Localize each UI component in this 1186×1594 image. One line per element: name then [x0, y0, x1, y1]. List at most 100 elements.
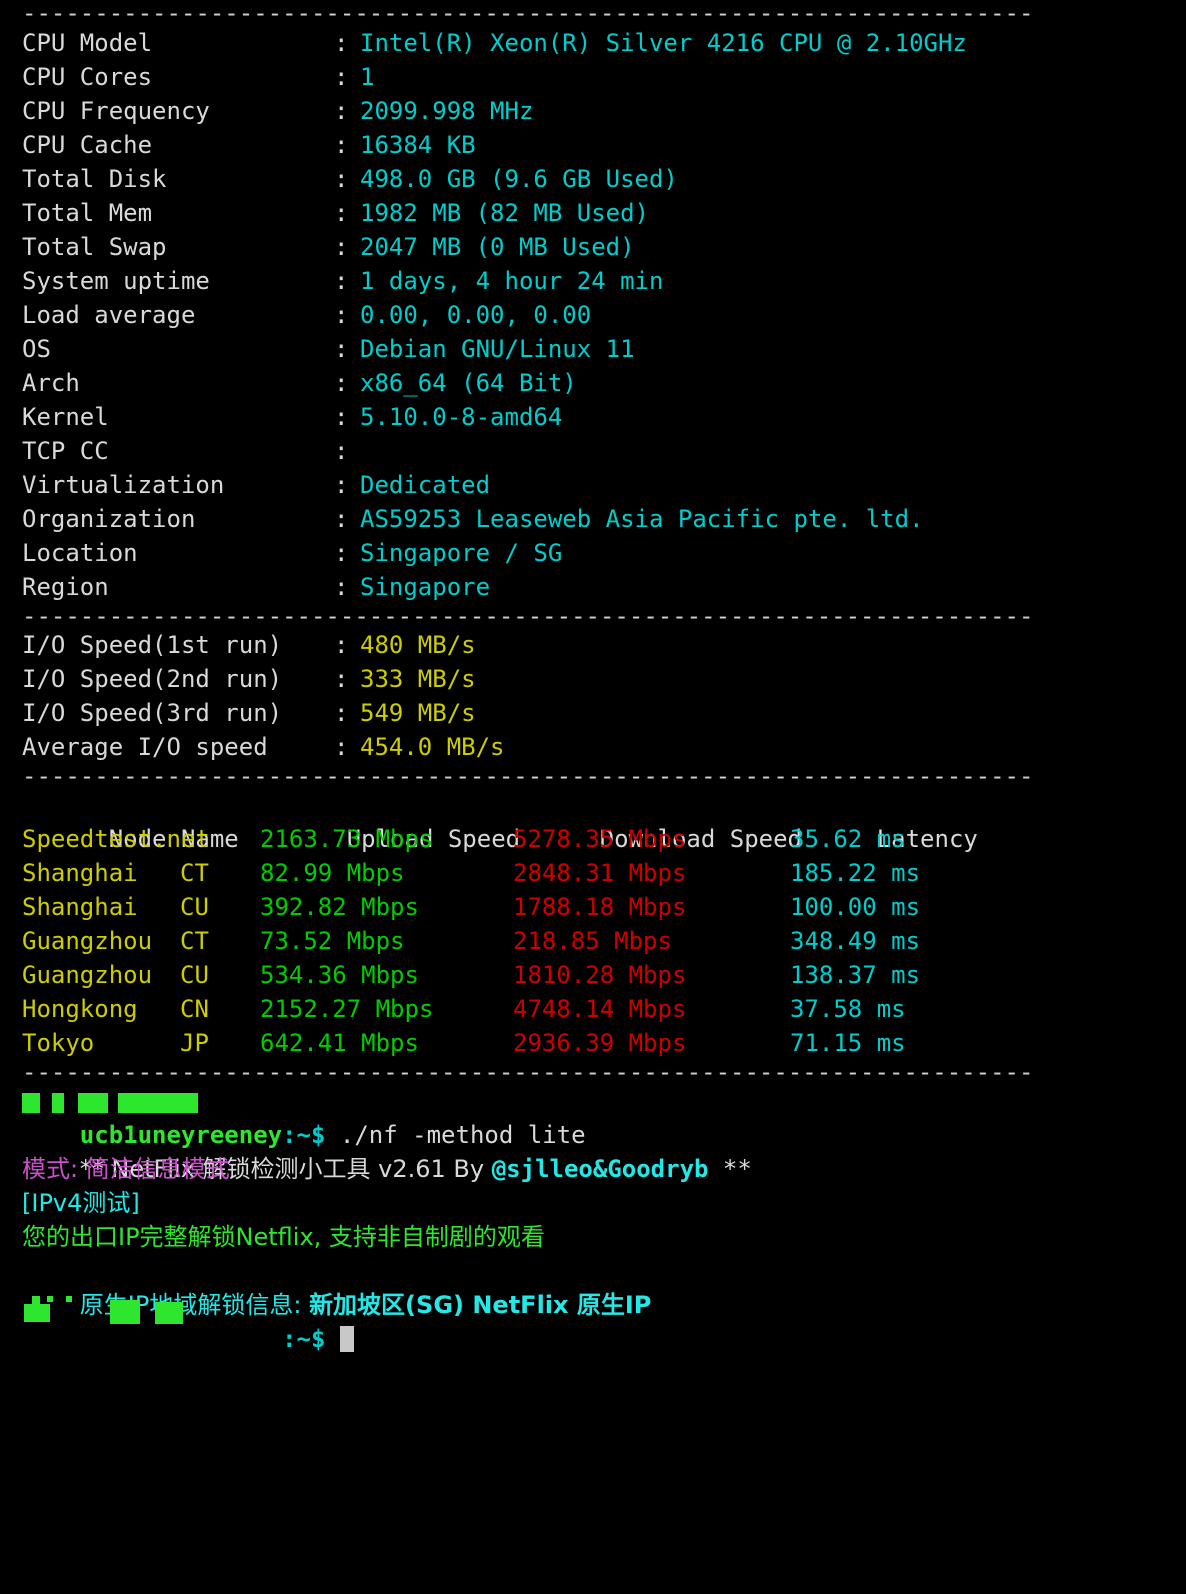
system-info-value: 498.0 GB (9.6 GB Used) — [360, 165, 678, 193]
banner-author: @sjlleo&Goodryb — [491, 1155, 709, 1183]
speedtest-upload: 642.41 Mbps — [260, 1029, 419, 1057]
system-info-colon: : — [334, 539, 349, 567]
table-row: Guangzhou CU 534.36 Mbps 1810.28 Mbps 138.37… — [0, 958, 1186, 992]
speedtest-download: 4748.14 Mbps — [513, 995, 687, 1023]
redaction-block-4 — [118, 1093, 198, 1113]
speedtest-download: 1810.28 Mbps — [513, 961, 687, 989]
shell-command: ./nf -method lite — [325, 1121, 586, 1149]
speedtest-upload: 2152.27 Mbps — [260, 995, 434, 1023]
system-info-key: CPU Frequency — [22, 97, 210, 125]
speedtest-latency: 37.58 ms — [790, 995, 906, 1023]
separator-speedtest: ----------------------------------------… — [22, 764, 1034, 788]
system-info-value: 2099.998 MHz — [360, 97, 534, 125]
final-redaction-block-3 — [47, 1296, 53, 1302]
system-info-row: Load average:0.00, 0.00, 0.00 — [0, 298, 1186, 332]
speedtest-header-row: Node Name Upload Speed Download Speed Laten… — [0, 788, 1186, 853]
system-info-row: Arch: x86_64 (64 Bit) — [0, 366, 1186, 400]
io-speed-value: 454.0 MB/s — [360, 733, 505, 761]
io-speed-colon: : — [334, 631, 349, 659]
system-info-value: Singapore / SG — [360, 539, 563, 567]
system-info-colon: : — [334, 267, 349, 295]
speedtest-download: 1788.18 Mbps — [513, 893, 687, 921]
speedtest-download: 5278.35 Mbps — [513, 825, 687, 853]
speedtest-node-name: Shanghai — [22, 859, 138, 887]
separator-bottom: ----------------------------------------… — [22, 1060, 1034, 1084]
system-info-row: System uptime:1 days, 4 hour 24 min — [0, 264, 1186, 298]
system-info-colon: : — [334, 403, 349, 431]
system-info-colon: : — [334, 301, 349, 329]
system-info-key: Region — [22, 573, 109, 601]
final-redaction-block-2 — [32, 1296, 40, 1304]
system-info-key: Total Disk — [22, 165, 167, 193]
system-info-row: Virtualization: Dedicated — [0, 468, 1186, 502]
speedtest-isp: CN — [180, 995, 209, 1023]
speedtest-node-name: Speedtest.net — [22, 825, 210, 853]
speedtest-node-name: Guangzhou — [22, 961, 153, 989]
system-info-value: Singapore — [360, 573, 491, 601]
redaction-block-3 — [78, 1093, 108, 1113]
final-redaction-block-1 — [24, 1304, 50, 1322]
io-speed-key: I/O Speed(2nd run) — [22, 665, 283, 693]
final-shell-prompt[interactable]: :~$ — [0, 1288, 1186, 1353]
native-ip-line: 原生IP地域解锁信息: 新加坡区(SG) NetFlix 原生IP — [0, 1254, 1186, 1319]
system-info-value: 0.00, 0.00, 0.00 — [360, 301, 592, 329]
system-info-key: System uptime — [22, 267, 210, 295]
io-speed-value: 549 MB/s — [360, 699, 476, 727]
system-info-key: Virtualization — [22, 471, 225, 499]
system-info-colon: : — [334, 573, 349, 601]
unlock-result-line: 您的出口IP完整解锁Netflix, 支持非自制剧的观看 — [22, 1223, 545, 1251]
speedtest-isp: CT — [180, 859, 209, 887]
system-info-row: CPU Cores:1 — [0, 60, 1186, 94]
system-info-row: OS: Debian GNU/Linux 11 — [0, 332, 1186, 366]
text-cursor — [339, 1326, 354, 1352]
system-info-value: AS59253 Leaseweb Asia Pacific pte. ltd. — [360, 505, 924, 533]
system-info-colon: : — [334, 165, 349, 193]
system-info-colon: : — [334, 131, 349, 159]
table-row: Hongkong CN 2152.27 Mbps 4748.14 Mbps 37.58 … — [0, 992, 1186, 1026]
prompt-username: ucb1uneyreeney — [79, 1121, 283, 1149]
system-info-key: CPU Model — [22, 29, 153, 57]
system-info-row: Region: Singapore — [0, 570, 1186, 604]
system-info-row: Total Disk:498.0 GB (9.6 GB Used) — [0, 162, 1186, 196]
system-info-value: 1 days, 4 hour 24 min — [360, 267, 664, 295]
speedtest-upload: 2163.73 Mbps — [260, 825, 434, 853]
speedtest-node-name: Hongkong — [22, 995, 138, 1023]
system-info-colon: : — [334, 97, 349, 125]
banner-suffix: ** — [708, 1155, 752, 1183]
system-info-row: CPU Frequency:2099.998 MHz — [0, 94, 1186, 128]
separator-io: ----------------------------------------… — [22, 604, 1034, 628]
speedtest-isp: JP — [180, 1029, 209, 1057]
io-speed-row: I/O Speed(3rd run):549 MB/s — [0, 696, 1186, 730]
system-info-key: OS — [22, 335, 51, 363]
speedtest-isp: CU — [180, 893, 209, 921]
io-speed-colon: : — [334, 699, 349, 727]
speedtest-latency: 71.15 ms — [790, 1029, 906, 1057]
shell-prompt-line[interactable]: ucb1uneyreeney:~$ ./nf -method lite — [0, 1084, 1186, 1149]
speedtest-latency: 100.00 ms — [790, 893, 921, 921]
final-redaction-block-6 — [155, 1302, 183, 1324]
speedtest-upload: 82.99 Mbps — [260, 859, 405, 887]
system-info-row: Kernel:5.10.0-8-amd64 — [0, 400, 1186, 434]
io-speed-row: I/O Speed(2nd run):333 MB/s — [0, 662, 1186, 696]
speedtest-latency: 138.37 ms — [790, 961, 921, 989]
speedtest-download: 218.85 Mbps — [513, 927, 672, 955]
speedtest-isp: CU — [180, 961, 209, 989]
separator-top: ----------------------------------------… — [22, 0, 1034, 26]
system-info-key: Load average — [22, 301, 196, 329]
system-info-row: CPU Model: Intel(R) Xeon(R) Silver 4216 C… — [0, 26, 1186, 60]
system-info-key: CPU Cores — [22, 63, 153, 91]
system-info-row: Total Mem:1982 MB (82 MB Used) — [0, 196, 1186, 230]
system-info-key: TCP CC — [22, 437, 109, 465]
speedtest-latency: 348.49 ms — [790, 927, 921, 955]
final-prompt-suffix: :~$ — [282, 1325, 326, 1353]
speedtest-upload: 73.52 Mbps — [260, 927, 405, 955]
system-info-value: Dedicated — [360, 471, 491, 499]
table-row: Guangzhou CT 73.52 Mbps 218.85 Mbps 348.49 m… — [0, 924, 1186, 958]
system-info-colon: : — [334, 369, 349, 397]
system-info-colon: : — [334, 199, 349, 227]
system-info-colon: : — [334, 437, 349, 465]
redaction-block-1 — [22, 1093, 40, 1113]
table-row: Shanghai CU 392.82 Mbps 1788.18 Mbps 100.00 … — [0, 890, 1186, 924]
system-info-colon: : — [334, 63, 349, 91]
io-speed-colon: : — [334, 665, 349, 693]
